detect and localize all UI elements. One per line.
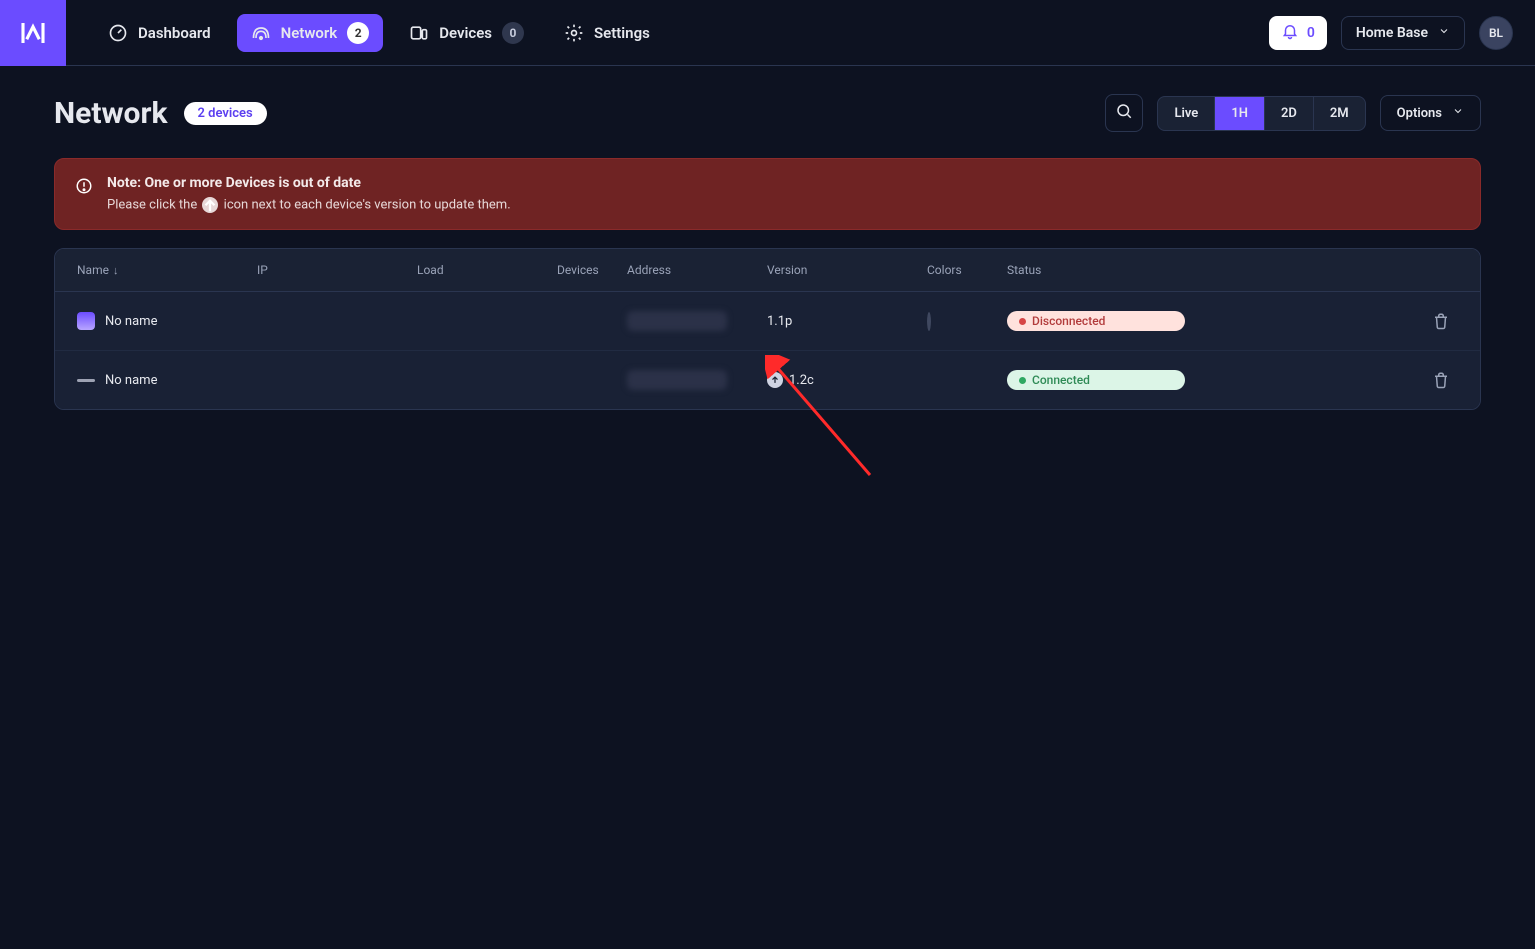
page-title: Network [54, 96, 168, 131]
status-dot-icon [1019, 377, 1026, 384]
nav-settings[interactable]: Settings [550, 15, 664, 51]
delete-button[interactable] [1424, 363, 1458, 397]
timerange-live[interactable]: Live [1158, 97, 1215, 130]
address-blurred [627, 370, 727, 390]
nav-network-badge: 2 [347, 22, 369, 44]
cell-status: Connected [1007, 370, 1358, 390]
device-name: No name [105, 314, 157, 329]
device-type-icon [77, 312, 95, 330]
device-count-pill: 2 devices [184, 102, 267, 125]
search-button[interactable] [1105, 94, 1143, 132]
nav-dashboard-label: Dashboard [138, 24, 211, 42]
alert-message: Please click the icon next to each devic… [107, 197, 511, 213]
arrow-up-circle-icon [202, 197, 218, 213]
th-devices[interactable]: Devices [557, 263, 627, 277]
app-logo[interactable] [0, 0, 66, 66]
status-badge: Disconnected [1007, 311, 1185, 331]
nav-devices[interactable]: Devices 0 [395, 14, 538, 52]
alert-title: Note: One or more Devices is out of date [107, 175, 511, 191]
options-label: Options [1397, 106, 1442, 121]
gear-icon [564, 23, 584, 43]
sort-arrow-icon: ↓ [113, 264, 119, 277]
th-name[interactable]: Name↓ [77, 263, 257, 277]
notifications-button[interactable]: 0 [1269, 16, 1327, 50]
timerange-segment: Live 1H 2D 2M [1157, 96, 1365, 131]
update-alert: Note: One or more Devices is out of date… [54, 158, 1481, 230]
color-dot [927, 312, 931, 331]
timerange-2d[interactable]: 2D [1265, 97, 1314, 130]
network-icon [251, 23, 271, 43]
cell-status: Disconnected [1007, 311, 1358, 331]
timerange-1h[interactable]: 1H [1215, 97, 1265, 130]
search-icon [1115, 102, 1133, 124]
location-select[interactable]: Home Base [1341, 16, 1465, 50]
th-address[interactable]: Address [627, 263, 767, 277]
top-navbar: Dashboard Network 2 Devices 0 Settings [0, 0, 1535, 66]
status-dot-icon [1019, 318, 1026, 325]
alert-icon [75, 175, 93, 199]
device-name: No name [105, 373, 157, 388]
nav-settings-label: Settings [594, 24, 650, 42]
cell-colors [927, 314, 1007, 329]
device-type-icon [77, 371, 95, 389]
notifications-count: 0 [1307, 25, 1315, 41]
chevron-down-icon [1452, 105, 1464, 121]
nav-network[interactable]: Network 2 [237, 14, 384, 52]
status-badge: Connected [1007, 370, 1185, 390]
location-value: Home Base [1356, 25, 1428, 41]
delete-button[interactable] [1424, 304, 1458, 338]
table-row[interactable]: No name 1.1p Disconnected [55, 292, 1480, 351]
nav-devices-label: Devices [439, 24, 492, 42]
th-load[interactable]: Load [417, 263, 557, 277]
nav-network-label: Network [281, 24, 338, 42]
table-row[interactable]: No name 1.2c Connected [55, 351, 1480, 409]
nav-devices-badge: 0 [502, 22, 524, 44]
address-blurred [627, 311, 727, 331]
avatar-initials: BL [1489, 26, 1503, 40]
nav-dashboard[interactable]: Dashboard [94, 15, 225, 51]
th-version[interactable]: Version [767, 263, 927, 277]
status-text: Disconnected [1032, 314, 1105, 328]
th-status[interactable]: Status [1007, 263, 1358, 277]
cell-version: 1.1p [767, 314, 927, 329]
cell-address [627, 311, 767, 331]
th-ip[interactable]: IP [257, 263, 417, 277]
gauge-icon [108, 23, 128, 43]
devices-icon [409, 23, 429, 43]
th-colors[interactable]: Colors [927, 263, 1007, 277]
update-available-icon[interactable] [767, 372, 783, 388]
chevron-down-icon [1438, 25, 1450, 41]
cell-address [627, 370, 767, 390]
timerange-2m[interactable]: 2M [1314, 97, 1365, 130]
options-button[interactable]: Options [1380, 95, 1481, 131]
version-value: 1.2c [789, 373, 814, 388]
devices-table: Name↓ IP Load Devices Address Version Co… [54, 248, 1481, 410]
cell-version: 1.2c [767, 372, 927, 388]
status-text: Connected [1032, 373, 1090, 387]
bell-icon [1281, 22, 1299, 44]
version-value: 1.1p [767, 314, 792, 329]
user-avatar[interactable]: BL [1479, 16, 1513, 50]
